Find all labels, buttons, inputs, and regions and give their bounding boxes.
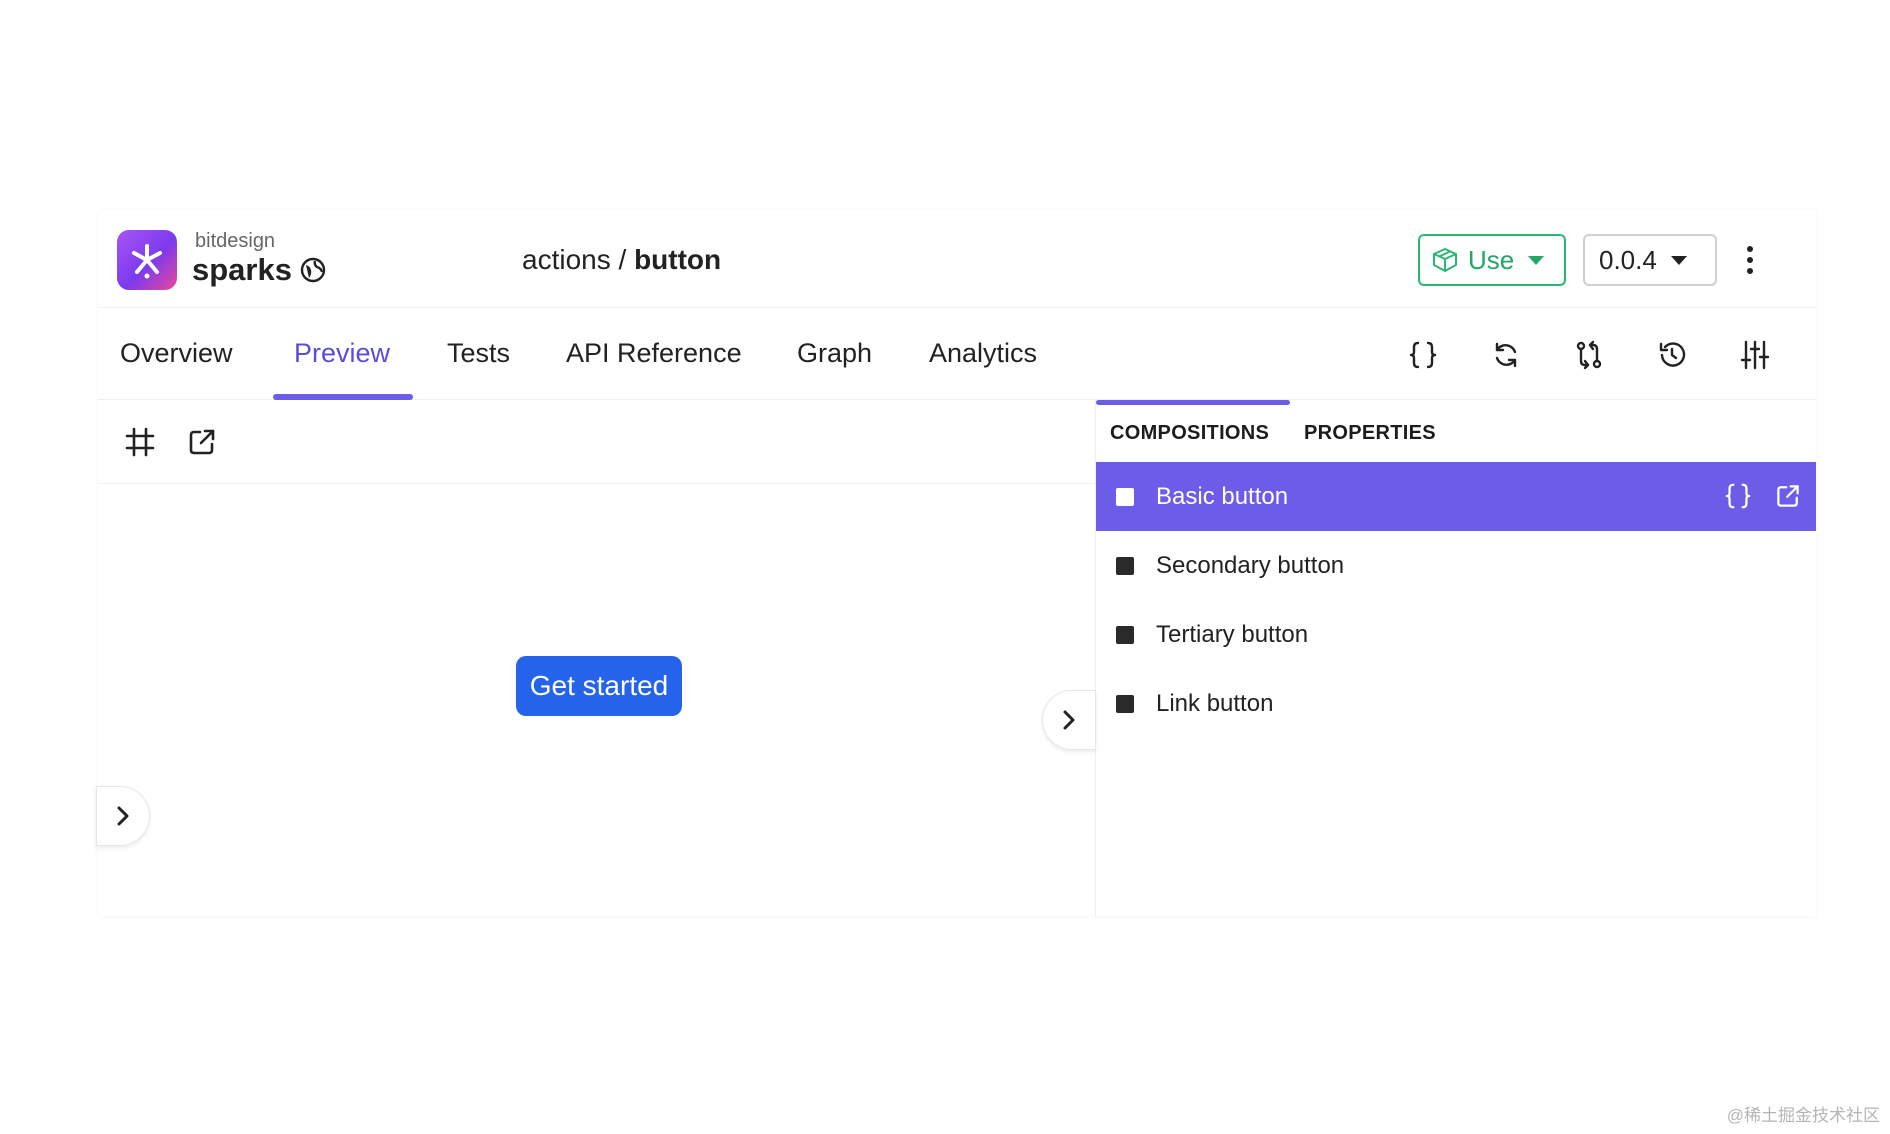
open-preview-external-button[interactable]	[182, 422, 222, 462]
composition-label: Link button	[1156, 689, 1274, 717]
tab-tests[interactable]: Tests	[447, 338, 510, 369]
scope-name[interactable]: sparks	[192, 252, 326, 288]
composition-label: Secondary button	[1156, 551, 1345, 579]
expand-left-panel-button[interactable]	[96, 786, 150, 846]
composition-square-icon	[1116, 487, 1134, 506]
history-icon	[1659, 342, 1686, 367]
version-label: 0.0.4	[1599, 244, 1657, 275]
composition-label: Tertiary button	[1156, 620, 1309, 648]
composition-item-basic-button[interactable]: Basic button	[1096, 462, 1816, 531]
preview-toolbar	[98, 400, 1095, 484]
org-name[interactable]: bitdesign	[195, 230, 275, 253]
compare-button[interactable]	[1569, 335, 1609, 375]
version-selector[interactable]: 0.0.4	[1583, 234, 1717, 286]
code-braces-icon	[1409, 341, 1437, 369]
package-icon	[1433, 248, 1457, 272]
refresh-icon	[1495, 342, 1517, 368]
external-link-icon	[189, 429, 215, 455]
preview-pane: Get started	[96, 400, 1096, 916]
external-link-icon	[1777, 485, 1799, 507]
sliders-icon	[1740, 340, 1770, 370]
breadcrumb: actions / button	[522, 244, 721, 276]
code-braces-icon	[1725, 483, 1751, 509]
watermark: @稀土掘金技术社区	[1726, 1106, 1880, 1125]
composition-actions	[1718, 476, 1808, 516]
chevron-right-icon	[117, 806, 129, 826]
tab-compositions[interactable]: COMPOSITIONS	[1110, 422, 1269, 445]
crop-frame-icon	[125, 427, 155, 457]
chevron-down-icon	[1528, 255, 1545, 265]
composition-square-icon	[1116, 625, 1134, 644]
tab-preview[interactable]: Preview	[294, 338, 390, 369]
composition-item-link-button[interactable]: Link button	[1096, 669, 1816, 738]
tab-graph[interactable]: Graph	[797, 338, 872, 369]
composition-square-icon	[1116, 694, 1134, 713]
tab-properties[interactable]: PROPERTIES	[1304, 422, 1436, 445]
get-started-button[interactable]: Get started	[516, 656, 682, 716]
settings-sliders-button[interactable]	[1735, 335, 1775, 375]
sparks-logo-icon	[132, 244, 162, 279]
tab-analytics[interactable]: Analytics	[929, 338, 1037, 369]
dot-icon	[1747, 246, 1753, 252]
composition-square-icon	[1116, 556, 1134, 575]
frame-size-button[interactable]	[120, 422, 160, 462]
use-button-label: Use	[1468, 244, 1515, 275]
scope-logo[interactable]	[117, 230, 177, 290]
chevron-down-icon	[1670, 255, 1687, 265]
breadcrumb-scope[interactable]: actions	[522, 244, 611, 275]
component-tabs: Overview Preview Tests API Reference Gra…	[98, 308, 1816, 400]
more-options-button[interactable]	[1738, 240, 1762, 280]
dot-icon	[1747, 257, 1753, 263]
code-braces-button[interactable]	[1403, 335, 1443, 375]
tab-overview[interactable]: Overview	[120, 338, 233, 369]
top-header: bitdesign sparks actions / button Use 0.…	[98, 210, 1816, 308]
composition-open-external-button[interactable]	[1768, 476, 1808, 516]
compare-icon	[1576, 340, 1602, 370]
compositions-panel: COMPOSITIONS PROPERTIES Basic button Sec…	[1096, 400, 1816, 916]
history-button[interactable]	[1652, 335, 1692, 375]
active-panel-tab-indicator	[1096, 400, 1290, 405]
tab-api-reference[interactable]: API Reference	[566, 338, 742, 369]
scope-label: sparks	[192, 252, 292, 287]
dot-icon	[1747, 268, 1753, 274]
composition-item-secondary-button[interactable]: Secondary button	[1096, 531, 1816, 600]
chevron-right-icon	[1063, 710, 1075, 730]
use-button[interactable]: Use	[1418, 234, 1566, 286]
app-frame: bitdesign sparks actions / button Use 0.…	[96, 210, 1816, 916]
composition-item-tertiary-button[interactable]: Tertiary button	[1096, 600, 1816, 669]
collapse-side-panel-button[interactable]	[1042, 690, 1096, 750]
composition-code-button[interactable]	[1718, 476, 1758, 516]
breadcrumb-separator: /	[618, 244, 627, 275]
breadcrumb-component: button	[634, 244, 722, 275]
refresh-button[interactable]	[1486, 335, 1526, 375]
globe-icon	[300, 257, 326, 283]
composition-label: Basic button	[1156, 482, 1289, 510]
